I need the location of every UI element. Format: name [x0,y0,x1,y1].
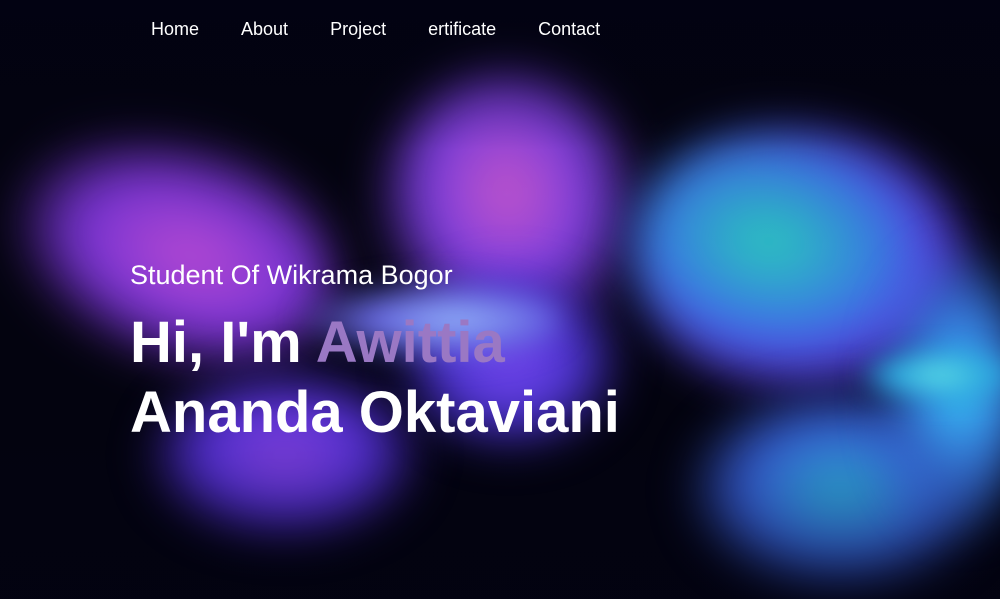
hero-section: Home About Project ertificate Contact St… [0,0,1000,599]
nav-link-home[interactable]: Home [130,19,220,39]
nav-link-about[interactable]: About [220,19,309,39]
hero-intro: Student Of Wikrama Bogor Hi, I'm Awittia… [130,258,620,448]
nav-link-project[interactable]: Project [309,19,407,39]
nav-link-certificate[interactable]: ertificate [407,19,517,39]
hero-headline: Hi, I'm Awittia Ananda Oktaviani [130,308,620,448]
hero-name-highlight: Awittia [315,310,505,375]
hero-name-rest: Ananda Oktaviani [130,380,620,445]
top-navigation: Home About Project ertificate Contact [0,0,1000,58]
hero-greeting: Hi, I'm [130,310,302,375]
nav-link-contact[interactable]: Contact [517,19,621,39]
nav-list: Home About Project ertificate Contact [130,18,621,40]
hero-subtitle: Student Of Wikrama Bogor [130,260,453,290]
